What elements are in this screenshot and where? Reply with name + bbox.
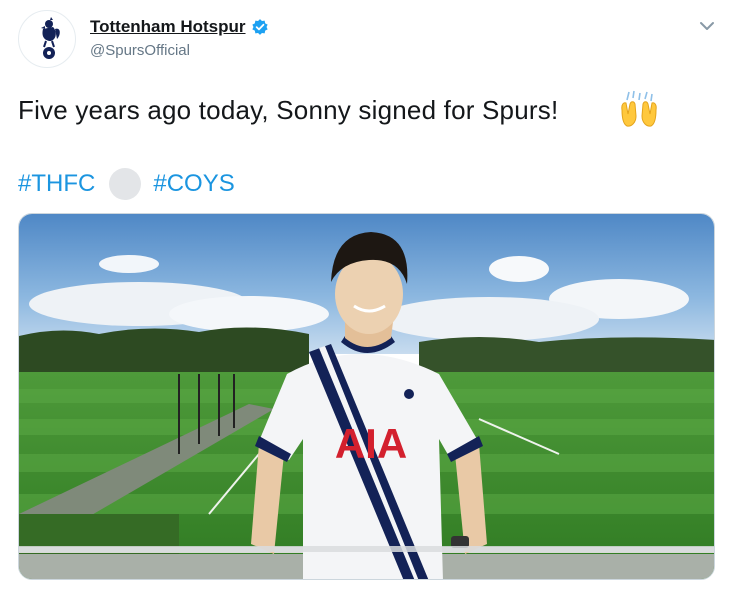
avatar[interactable]	[18, 10, 76, 68]
hashtag-row: #THFC #COYS	[18, 167, 235, 201]
verified-badge-icon	[251, 19, 268, 35]
spurs-crest-icon	[41, 17, 60, 59]
tweet-card: Tottenham Hotspur @SpursOfficial Five ye…	[0, 0, 732, 599]
shirt-sponsor: AIA	[335, 420, 407, 467]
photo-illustration: AIA	[19, 214, 714, 579]
display-name[interactable]: Tottenham Hotspur	[90, 17, 246, 37]
tweet-text: Five years ago today, Sonny signed for S…	[18, 95, 559, 125]
user-handle[interactable]: @SpursOfficial	[90, 42, 190, 59]
author-row: Tottenham Hotspur	[90, 16, 269, 38]
raising-hands-icon	[621, 90, 657, 127]
chevron-down-icon[interactable]	[697, 16, 717, 36]
football-icon	[109, 168, 142, 200]
tweet-photo[interactable]: AIA	[18, 213, 715, 580]
hashtag-thfc[interactable]: #THFC	[18, 170, 95, 198]
hashtag-coys[interactable]: #COYS	[153, 170, 234, 198]
